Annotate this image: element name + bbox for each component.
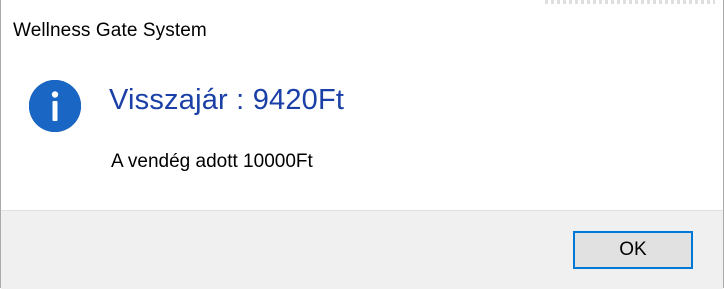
button-footer: OK bbox=[1, 210, 723, 289]
ok-button-label: OK bbox=[619, 239, 647, 260]
title-bar-edge bbox=[545, 0, 715, 4]
content-text: A vendég adott 10000Ft bbox=[111, 151, 313, 172]
main-instruction: Visszajár : 9420Ft bbox=[109, 84, 345, 116]
info-icon bbox=[29, 80, 81, 132]
title-bar[interactable]: Wellness Gate System bbox=[1, 0, 723, 64]
message-dialog: Wellness Gate System Visszajár : 9420Ft … bbox=[0, 0, 724, 289]
ok-button[interactable]: OK bbox=[573, 231, 693, 269]
window-title: Wellness Gate System bbox=[13, 20, 207, 41]
